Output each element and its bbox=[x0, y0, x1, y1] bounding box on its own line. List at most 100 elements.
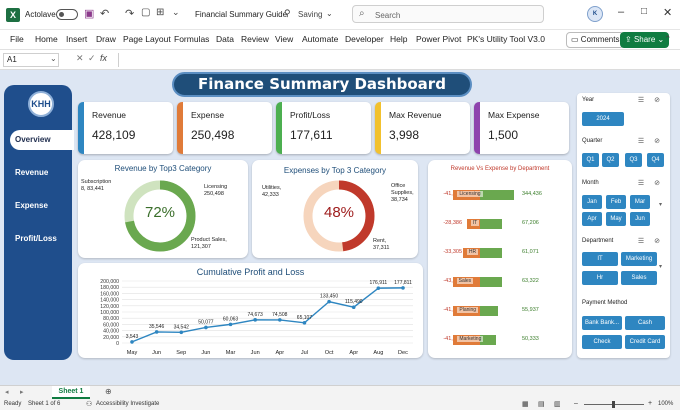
slicer-item-marketing[interactable]: Marketing bbox=[621, 252, 657, 266]
revenue-donut-center: 72% bbox=[144, 204, 176, 221]
nav-profit-loss[interactable]: Profit/Loss bbox=[10, 229, 68, 249]
sheet-tab-active[interactable]: Sheet 1 bbox=[52, 386, 90, 399]
table-icon[interactable]: ⊞ bbox=[156, 7, 164, 18]
slicer-item-q4[interactable]: Q4 bbox=[647, 153, 664, 167]
scroll-left-icon[interactable]: ◂ bbox=[5, 388, 9, 396]
expense-donut-panel: Expenses by Top 3 Category 48% Utilities… bbox=[252, 160, 418, 258]
cancel-formula-icon[interactable]: ✕ bbox=[76, 53, 84, 64]
tab-review[interactable]: Review bbox=[241, 34, 269, 44]
slicer-item-q1[interactable]: Q1 bbox=[582, 153, 599, 167]
normal-view-icon[interactable]: ▦ bbox=[522, 400, 529, 408]
slicer-item-jun[interactable]: Jun bbox=[630, 212, 650, 226]
data-point bbox=[253, 318, 257, 322]
zoom-slider-thumb[interactable] bbox=[612, 401, 615, 408]
slicer-item-cash[interactable]: Cash bbox=[625, 316, 665, 330]
tab-automate[interactable]: Automate bbox=[302, 34, 338, 44]
slicer-item-jan[interactable]: Jan bbox=[582, 195, 602, 209]
page-break-view-icon[interactable]: ▥ bbox=[554, 400, 561, 408]
formula-input[interactable] bbox=[118, 53, 674, 67]
customize-toolbar-icon[interactable]: ⌄ bbox=[172, 7, 180, 18]
minimize-icon[interactable]: – bbox=[618, 6, 624, 18]
tab-formulas[interactable]: Formulas bbox=[174, 34, 209, 44]
redo-icon[interactable]: ↷ bbox=[125, 7, 134, 20]
page-layout-view-icon[interactable]: ▤ bbox=[538, 400, 545, 408]
status-accessibility[interactable]: Accessibility Investigate bbox=[96, 401, 159, 407]
slicer-filter-icons[interactable]: ☰ ⊘ bbox=[638, 179, 664, 187]
slicer-item-may[interactable]: May bbox=[606, 212, 626, 226]
slicer-item-bank[interactable]: Bank Bank... bbox=[582, 316, 622, 330]
add-sheet-icon[interactable]: ⊕ bbox=[105, 387, 112, 396]
chevron-down-icon[interactable]: ⌄ bbox=[326, 9, 333, 18]
slicer-item-2024[interactable]: 2024 bbox=[582, 112, 624, 126]
account-avatar[interactable]: K bbox=[587, 6, 603, 22]
y-tick-label: 100,000 bbox=[100, 310, 119, 316]
status-bar: Ready Sheet 1 of 6 ⚇ Accessibility Inves… bbox=[0, 399, 680, 410]
dept-label: Sales bbox=[456, 278, 474, 284]
y-tick-label: 60,000 bbox=[103, 322, 119, 328]
save-icon[interactable]: ▣ bbox=[84, 7, 94, 20]
slicer-item-hr[interactable]: Hr bbox=[582, 271, 618, 285]
close-icon[interactable]: ✕ bbox=[663, 6, 672, 19]
kpi-value: 3,998 bbox=[389, 128, 420, 142]
slicer-filter-icons[interactable]: ☰ ⊘ bbox=[638, 237, 664, 245]
tab-home[interactable]: Home bbox=[35, 34, 58, 44]
name-box-dropdown-icon[interactable]: ⌄ bbox=[50, 54, 57, 63]
kpi-label: Max Revenue bbox=[389, 110, 442, 120]
slicer-item-apr[interactable]: Apr bbox=[582, 212, 602, 226]
undo-icon[interactable]: ↶ bbox=[100, 7, 109, 20]
data-label: 60,063 bbox=[223, 316, 239, 322]
tab-developer[interactable]: Developer bbox=[345, 34, 384, 44]
search-input[interactable]: Search bbox=[375, 11, 400, 20]
slicer-item-q2[interactable]: Q2 bbox=[602, 153, 619, 167]
comments-button[interactable]: ▭ Comments bbox=[566, 32, 625, 48]
tab-view[interactable]: View bbox=[275, 34, 293, 44]
new-document-icon[interactable]: ▢ bbox=[141, 7, 150, 18]
nav-overview[interactable]: Overview bbox=[10, 130, 74, 150]
tab-power-pivot[interactable]: Power Pivot bbox=[416, 34, 461, 44]
slicer-item-sales[interactable]: Sales bbox=[621, 271, 657, 285]
collapse-ribbon-icon[interactable]: ⌃ bbox=[664, 34, 672, 45]
y-tick-label: 40,000 bbox=[103, 329, 119, 335]
slicer-scroll-down-icon[interactable]: ▾ bbox=[659, 201, 662, 208]
dept-label: Licensing bbox=[457, 191, 483, 197]
share-button[interactable]: ⇪ Share ⌄ bbox=[620, 32, 670, 48]
zoom-level[interactable]: 100% bbox=[658, 401, 673, 407]
scroll-right-icon[interactable]: ▸ bbox=[20, 388, 24, 396]
enter-formula-icon[interactable]: ✓ bbox=[88, 53, 96, 64]
zoom-out-icon[interactable]: – bbox=[574, 400, 578, 407]
slicer-filter-icons[interactable]: ☰ ⊘ bbox=[638, 96, 664, 104]
title-bar: X Actolave ▣ ↶ ↷ ▢ ⊞ ⌄ Financial Summary… bbox=[0, 0, 680, 30]
nav-expense[interactable]: Expense bbox=[10, 196, 68, 216]
formula-bar: A1 ⌄ ✕ ✓ fx bbox=[0, 50, 680, 70]
slicer-item-check[interactable]: Check bbox=[582, 335, 622, 349]
autosave-toggle[interactable] bbox=[56, 9, 78, 20]
slicer-scroll-down-icon[interactable]: ▾ bbox=[659, 263, 662, 270]
fx-icon[interactable]: fx bbox=[100, 53, 107, 63]
data-point bbox=[130, 340, 134, 344]
revenue-bar bbox=[480, 219, 503, 229]
tab-draw[interactable]: Draw bbox=[96, 34, 116, 44]
slicer-item-feb[interactable]: Feb bbox=[606, 195, 626, 209]
slicer-filter-icons[interactable]: ☰ ⊘ bbox=[638, 137, 664, 145]
revenue-bar bbox=[480, 248, 502, 258]
y-tick-label: 20,000 bbox=[103, 335, 119, 341]
revenue-bar bbox=[480, 190, 515, 200]
search-box[interactable]: ⌕ Search bbox=[352, 5, 544, 23]
zoom-in-icon[interactable]: + bbox=[648, 400, 652, 407]
slicer-item-mar[interactable]: Mar bbox=[630, 195, 650, 209]
accessibility-icon[interactable]: ⚇ bbox=[86, 400, 92, 408]
tab-file[interactable]: File bbox=[10, 34, 24, 44]
tab-help[interactable]: Help bbox=[390, 34, 407, 44]
tab-insert[interactable]: Insert bbox=[66, 34, 87, 44]
tab-page-layout[interactable]: Page Layout bbox=[123, 34, 171, 44]
maximize-icon[interactable]: □ bbox=[641, 6, 647, 17]
slicer-item-it[interactable]: IT bbox=[582, 252, 618, 266]
tab-utility-tool[interactable]: PK's Utility Tool V3.0 bbox=[467, 34, 545, 44]
cumulative-pl-panel: Cumulative Profit and Loss 0 20,000 40,000… bbox=[78, 263, 423, 358]
nav-revenue[interactable]: Revenue bbox=[10, 163, 68, 183]
tab-data[interactable]: Data bbox=[216, 34, 234, 44]
x-tick-label: Jun bbox=[152, 350, 161, 356]
slicer-item-credit-card[interactable]: Credit Card bbox=[625, 335, 665, 349]
slicer-item-q3[interactable]: Q3 bbox=[625, 153, 642, 167]
data-point bbox=[228, 322, 233, 327]
